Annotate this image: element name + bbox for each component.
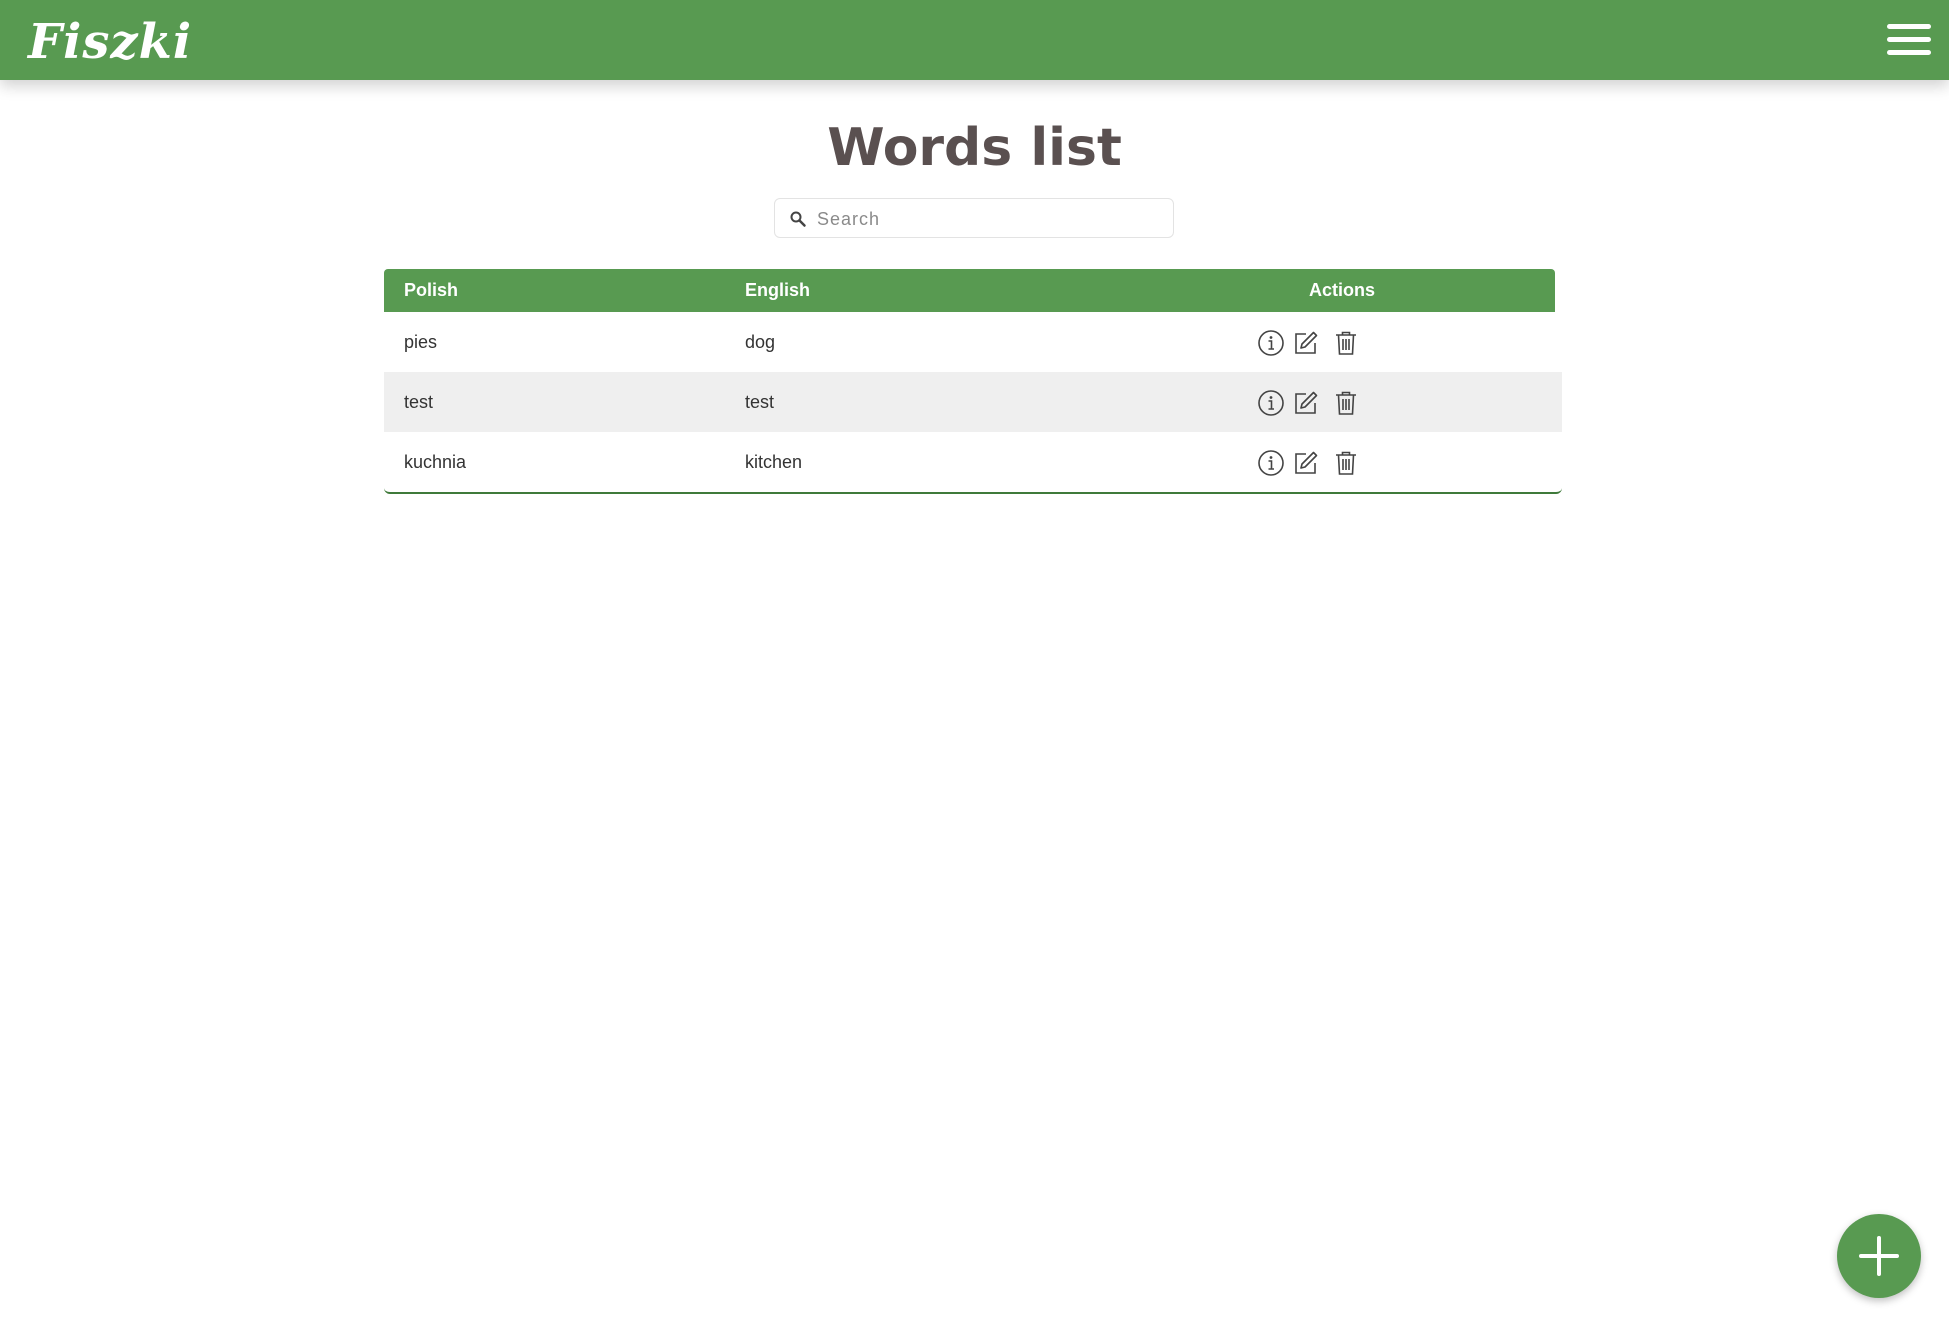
trash-icon [1336, 331, 1356, 355]
row-actions [1257, 449, 1377, 477]
english-word: dog [745, 332, 776, 352]
delete-button[interactable] [1332, 449, 1360, 477]
edit-button[interactable] [1292, 389, 1320, 417]
search-box [774, 198, 1174, 238]
delete-button[interactable] [1332, 389, 1360, 417]
edit-icon [1295, 391, 1318, 414]
polish-word: test [404, 392, 434, 412]
polish-word: kuchnia [404, 452, 467, 472]
table-row: kuchnia kitchen [384, 432, 1562, 494]
polish-word: pies [404, 332, 438, 352]
english-word: kitchen [745, 452, 803, 472]
hamburger-menu-button[interactable] [1885, 20, 1933, 60]
column-header-english[interactable]: English [745, 269, 810, 312]
english-word: test [745, 392, 775, 412]
search-icon [790, 211, 806, 227]
edit-icon [1295, 451, 1318, 474]
plus-icon [1859, 1236, 1899, 1276]
app-logo[interactable]: Fiszki [28, 12, 192, 72]
info-button[interactable] [1257, 389, 1285, 417]
trash-icon [1336, 451, 1356, 475]
top-navbar: Fiszki [0, 0, 1949, 80]
column-header-polish[interactable]: Polish [404, 269, 458, 312]
delete-button[interactable] [1332, 329, 1360, 357]
edit-icon [1295, 331, 1318, 354]
words-table: Polish English Actions pies dog test tes… [384, 269, 1562, 494]
row-actions [1257, 389, 1377, 417]
info-icon [1258, 450, 1284, 476]
info-button[interactable] [1257, 329, 1285, 357]
table-body: pies dog test test kuchnia kitchen [384, 312, 1562, 494]
table-header: Polish English Actions [384, 269, 1555, 312]
trash-icon [1336, 391, 1356, 415]
info-button[interactable] [1257, 449, 1285, 477]
row-actions [1257, 329, 1377, 357]
add-word-button[interactable] [1837, 1214, 1921, 1298]
edit-button[interactable] [1292, 449, 1320, 477]
table-row: pies dog [384, 312, 1562, 372]
search-input[interactable] [815, 203, 1169, 235]
info-icon [1258, 390, 1284, 416]
hamburger-icon [1887, 24, 1931, 55]
page-title: Words list [827, 118, 1122, 178]
info-icon [1258, 330, 1284, 356]
column-header-actions: Actions [1308, 280, 1375, 300]
edit-button[interactable] [1292, 329, 1320, 357]
table-row: test test [384, 372, 1562, 432]
